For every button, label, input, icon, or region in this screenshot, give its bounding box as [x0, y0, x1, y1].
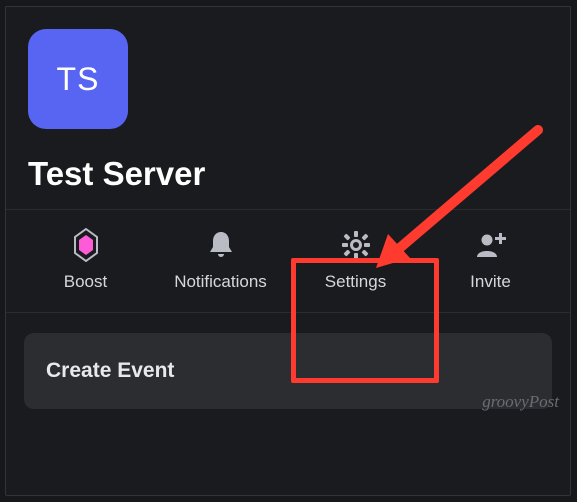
server-sheet: TS Test Server Boost Notifications	[5, 6, 571, 496]
invite-user-icon	[474, 228, 508, 262]
notifications-button[interactable]: Notifications	[153, 228, 288, 292]
create-event-title: Create Event	[46, 359, 530, 383]
boost-label: Boost	[64, 272, 107, 292]
boost-button[interactable]: Boost	[18, 228, 153, 292]
server-name: Test Server	[28, 155, 548, 193]
invite-button[interactable]: Invite	[423, 228, 558, 292]
settings-button[interactable]: Settings	[288, 228, 423, 292]
server-header: TS Test Server	[6, 7, 570, 209]
create-event-card[interactable]: Create Event	[24, 333, 552, 409]
boost-gem-icon	[73, 228, 99, 262]
server-avatar[interactable]: TS	[28, 29, 128, 129]
action-row: Boost Notifications	[6, 210, 570, 312]
invite-label: Invite	[470, 272, 511, 292]
divider	[6, 312, 570, 313]
gear-icon	[341, 228, 371, 262]
notifications-label: Notifications	[174, 272, 267, 292]
settings-label: Settings	[325, 272, 386, 292]
bell-icon	[207, 228, 235, 262]
server-initials: TS	[57, 61, 100, 98]
